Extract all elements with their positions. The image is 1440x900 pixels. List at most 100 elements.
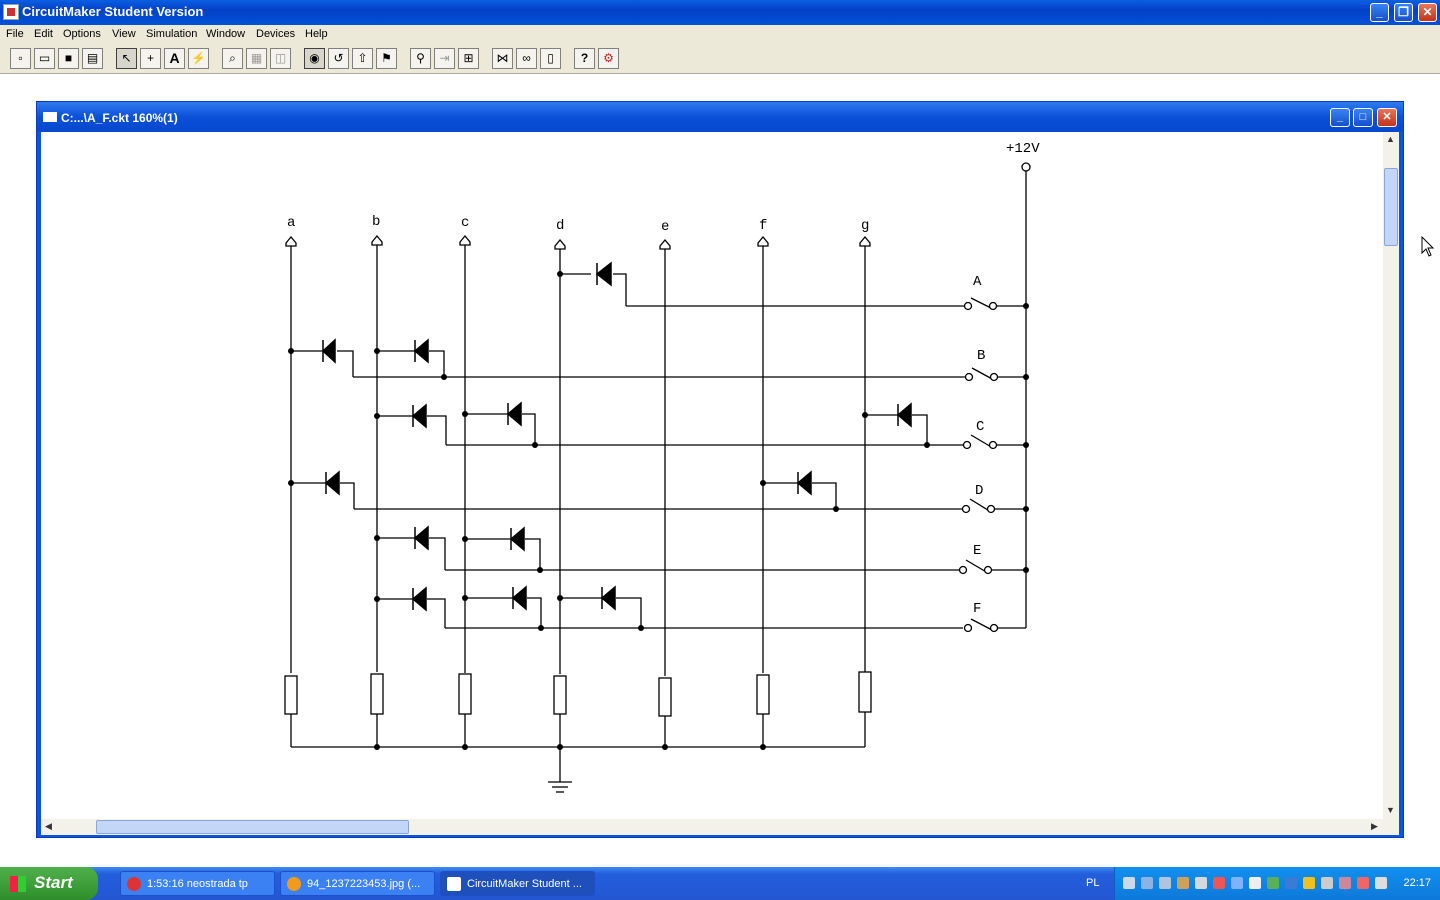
menu-file[interactable]: File — [6, 28, 24, 40]
tray-app-icon[interactable] — [1303, 877, 1315, 889]
language-indicator[interactable]: PL — [1086, 877, 1099, 889]
supply-label: +12V — [1006, 141, 1040, 157]
options-icon[interactable]: ⚙ — [598, 48, 619, 69]
switch-label-e: E — [973, 543, 981, 559]
scroll-left-icon[interactable]: ◀ — [41, 819, 56, 834]
task-circuitmaker[interactable]: CircuitMaker Student ... — [440, 871, 595, 896]
new-file-icon[interactable]: ▫ — [10, 48, 31, 69]
arrow-tool-icon[interactable]: ↖ — [116, 48, 137, 69]
menu-view[interactable]: View — [112, 28, 136, 40]
minimize-button[interactable]: _ — [1370, 3, 1389, 22]
help-icon[interactable]: ? — [574, 48, 595, 69]
child-maximize-button[interactable]: □ — [1353, 108, 1373, 127]
document-title: C:...\A_F.ckt 160%(1) — [61, 111, 178, 125]
vertical-scroll-thumb[interactable] — [1384, 168, 1398, 246]
close-button[interactable]: ✕ — [1418, 3, 1437, 22]
tray-app-icon[interactable] — [1339, 877, 1351, 889]
probe-tool-icon[interactable]: ⚡ — [188, 48, 209, 69]
zoom-icon[interactable]: ⌕ — [222, 48, 243, 69]
trace-icon[interactable]: ⚲ — [410, 48, 431, 69]
switch-label-c: C — [976, 419, 984, 435]
scroll-down-icon[interactable]: ▼ — [1383, 803, 1398, 818]
tray-app-icon[interactable] — [1159, 877, 1171, 889]
taskbar: Start 1:53:16 neostrada tp 94_1237223453… — [0, 867, 1440, 900]
system-tray: 22:17 — [1114, 867, 1440, 900]
firefox-icon — [287, 877, 301, 891]
start-button[interactable]: Start — [0, 867, 98, 900]
child-close-button[interactable]: ✕ — [1377, 108, 1397, 127]
child-minimize-button[interactable]: _ — [1330, 108, 1350, 127]
menu-bar: File Edit Options View Simulation Window… — [0, 25, 1440, 45]
schematic-window: C:...\A_F.ckt 160%(1) _ □ ✕ +12V a b c d… — [36, 101, 1404, 838]
task-label: 94_1237223453.jpg (... — [307, 878, 421, 890]
app-title-bar: CircuitMaker Student Version _ ❐ ✕ — [0, 0, 1440, 25]
horizontal-scrollbar[interactable]: ◀ ▶ — [41, 819, 1383, 835]
task-label: CircuitMaker Student ... — [467, 878, 582, 890]
vertical-scrollbar[interactable]: ▲ ▼ — [1383, 132, 1399, 819]
print-icon[interactable]: ▤ — [82, 48, 103, 69]
tray-app-icon[interactable] — [1231, 877, 1243, 889]
bus-label-b: b — [372, 214, 380, 230]
tray-app-icon[interactable] — [1249, 877, 1261, 889]
schematic-title-bar: C:...\A_F.ckt 160%(1) _ □ ✕ — [37, 102, 1403, 132]
menu-window[interactable]: Window — [206, 28, 245, 40]
task-firefox-image[interactable]: 94_1237223453.jpg (... — [280, 871, 435, 896]
bus-label-f: f — [759, 218, 767, 234]
save-icon[interactable]: ■ — [58, 48, 79, 69]
tray-app-icon[interactable] — [1177, 877, 1189, 889]
mouse-cursor-icon — [1421, 236, 1435, 257]
menu-help[interactable]: Help — [305, 28, 328, 40]
bus-label-g: g — [861, 218, 869, 234]
run-icon[interactable]: ⚑ — [376, 48, 397, 69]
schematic-canvas[interactable]: +12V a b c d e f g A B C D E F — [41, 132, 1383, 819]
bus-label-d: d — [556, 218, 564, 234]
tray-app-icon[interactable] — [1357, 877, 1369, 889]
clock[interactable]: 22:17 — [1403, 877, 1431, 889]
open-file-icon[interactable]: ▭ — [34, 48, 55, 69]
bus-label-e: e — [661, 219, 669, 235]
restore-button[interactable]: ❐ — [1394, 3, 1413, 22]
menu-options[interactable]: Options — [63, 28, 101, 40]
tray-app-icon[interactable] — [1375, 877, 1387, 889]
tray-app-icon[interactable] — [1267, 877, 1279, 889]
digital-mode-icon[interactable]: ◉ — [304, 48, 325, 69]
scroll-up-icon[interactable]: ▲ — [1383, 132, 1398, 147]
connection-icon — [127, 877, 141, 891]
switch-label-a: A — [973, 274, 982, 290]
circuitmaker-app-icon[interactable] — [3, 4, 19, 20]
task-neostrada[interactable]: 1:53:16 neostrada tp — [120, 871, 275, 896]
bus-label-a: a — [287, 215, 295, 231]
flip-icon[interactable]: ◫ — [270, 48, 291, 69]
tray-app-icon[interactable] — [1195, 877, 1207, 889]
tray-app-icon[interactable] — [1321, 877, 1333, 889]
wire-tool-icon[interactable]: + — [140, 48, 161, 69]
tray-app-icon[interactable] — [1213, 877, 1225, 889]
toolbar: ▫ ▭ ■ ▤ ↖ + A ⚡ ⌕ ▦ ◫ ◉ ↺ ⇧ ⚑ ⚲ ⇥ ⊞ ⋈ ∞ … — [0, 45, 1440, 74]
tray-monitor-icon[interactable] — [1141, 877, 1153, 889]
text-tool-icon[interactable]: A — [164, 48, 185, 69]
scroll-right-icon[interactable]: ▶ — [1367, 819, 1382, 834]
menu-edit[interactable]: Edit — [34, 28, 53, 40]
switch-label-d: D — [975, 483, 983, 499]
expand-icon[interactable]: ⋈ — [492, 48, 513, 69]
tray-network-icon[interactable] — [1123, 877, 1135, 889]
menu-devices[interactable]: Devices — [256, 28, 295, 40]
menu-simulation[interactable]: Simulation — [146, 28, 197, 40]
start-label: Start — [34, 873, 73, 892]
step-icon[interactable]: ⇧ — [352, 48, 373, 69]
switch-label-b: B — [977, 348, 985, 364]
circuitmaker-icon — [447, 877, 461, 891]
size-grip-icon[interactable] — [1383, 819, 1399, 835]
tray-app-icon[interactable] — [1285, 877, 1297, 889]
horizontal-scroll-thumb[interactable] — [96, 820, 409, 834]
clipboard-icon[interactable]: ▯ — [540, 48, 561, 69]
paste-icon[interactable]: ▦ — [246, 48, 267, 69]
app-title: CircuitMaker Student Version — [22, 4, 204, 19]
bus-label-c: c — [461, 215, 469, 231]
reset-icon[interactable]: ↺ — [328, 48, 349, 69]
binoculars-icon[interactable]: ∞ — [516, 48, 537, 69]
device-icon[interactable]: ⊞ — [458, 48, 479, 69]
bus-icon[interactable]: ⇥ — [434, 48, 455, 69]
switch-label-f: F — [973, 601, 981, 617]
circuit-diagram[interactable]: +12V a b c d e f g A B C D E F — [41, 132, 1383, 819]
